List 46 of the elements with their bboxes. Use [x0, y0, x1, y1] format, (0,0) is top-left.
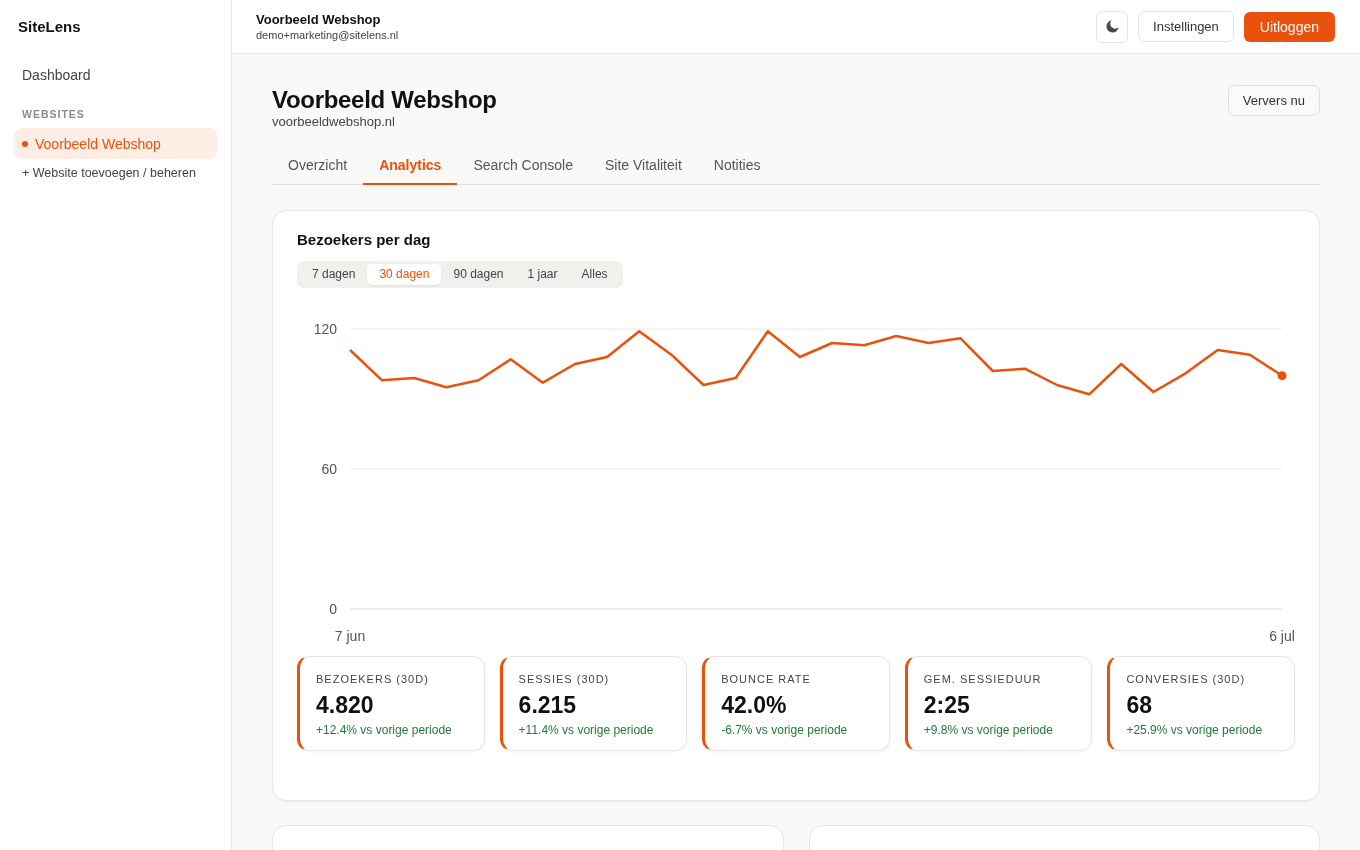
tab[interactable]: Analytics [363, 147, 458, 185]
axis-label: 60 [321, 461, 337, 477]
refresh-button[interactable]: Ververs nu [1227, 85, 1320, 116]
stat-value: 68 [1126, 692, 1153, 718]
range-option[interactable]: 30 dagen [367, 264, 442, 285]
logout-button[interactable]: Uitloggen [1243, 11, 1335, 42]
stat-change: +25.9% vs vorige periode [1126, 722, 1264, 738]
axis-label: 6 jul [1269, 628, 1295, 644]
stat-value: 2:25 [923, 692, 971, 718]
range-option[interactable]: 7 dagen [300, 264, 368, 285]
stat-change: -6.7% vs vorige periode [721, 722, 849, 738]
stat-label: BOUNCE RATE [721, 672, 812, 686]
nav-item[interactable]: Dashboard [14, 61, 217, 89]
dot-icon [22, 141, 28, 147]
stat-value: 6.215 [518, 692, 578, 718]
stat-change: +11.4% vs vorige periode [518, 722, 655, 738]
card-title: Bezoekers per dag [297, 230, 432, 250]
tab[interactable]: Overzicht [272, 147, 364, 185]
theme-toggle-button[interactable] [1096, 10, 1129, 43]
site-title: Voorbeeld Webshop [256, 11, 382, 28]
site-domain: voorbeeldwebshop.nl [272, 114, 396, 130]
brand-logo: SiteLens [18, 18, 82, 36]
tab[interactable]: Search Console [457, 147, 589, 185]
range-option[interactable]: 90 dagen [441, 264, 516, 285]
page-title: Voorbeeld Webshop [272, 86, 497, 114]
range-option[interactable]: 1 jaar [515, 264, 570, 285]
axis-label: 0 [329, 601, 337, 617]
moon-icon [1105, 20, 1119, 33]
stat-label: BEZOEKERS (30D) [316, 672, 430, 686]
section-label: WEBSITES [22, 107, 86, 121]
stat-value: 4.820 [316, 692, 375, 718]
user-email: demo+marketing@sitelens.nl [256, 27, 399, 42]
range-option[interactable]: Alles [569, 264, 620, 285]
stat-change: +12.4% vs vorige periode [316, 722, 453, 738]
axis-label: 120 [313, 321, 337, 337]
stat-label: GEM. SESSIEDUUR [923, 672, 1043, 686]
point-marker-icon [1277, 371, 1287, 381]
axis-label: 7 jun [334, 628, 366, 644]
stat-change: +9.8% vs vorige periode [923, 722, 1054, 738]
stat-label: CONVERSIES (30D) [1126, 672, 1247, 686]
stat-value: 42.0% [721, 692, 788, 718]
tab[interactable]: Site Vitaliteit [589, 147, 698, 185]
stat-label: SESSIES (30D) [518, 672, 611, 686]
settings-button[interactable]: Instellingen [1138, 11, 1234, 42]
add-website-link[interactable]: + Website toevoegen / beheren [22, 165, 196, 181]
tab[interactable]: Notities [697, 147, 777, 185]
